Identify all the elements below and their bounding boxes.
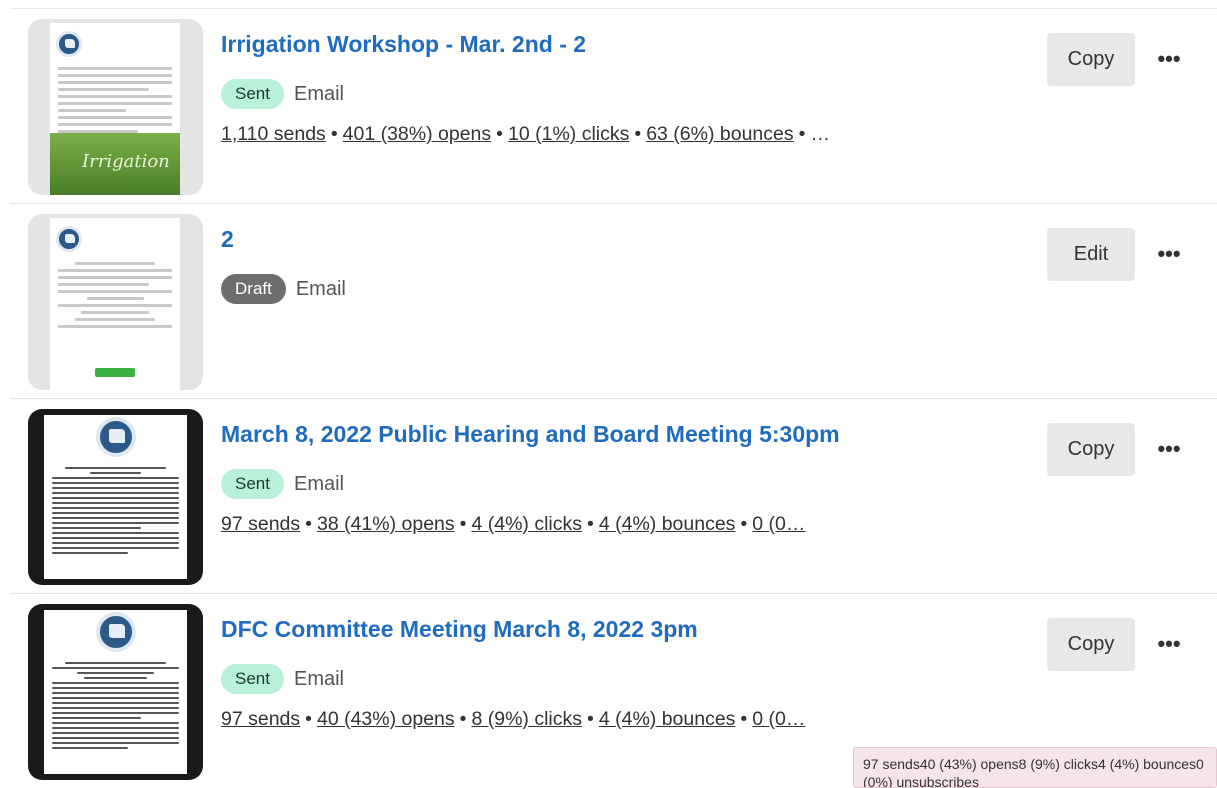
more-options-icon[interactable]: ••• (1155, 433, 1183, 465)
copy-button[interactable]: Copy (1047, 33, 1135, 86)
separator: • (740, 708, 748, 730)
banner-script-text: Irrigation (82, 151, 170, 172)
more-options-icon[interactable]: ••• (1155, 43, 1183, 75)
more-options-icon[interactable]: ••• (1155, 628, 1183, 660)
separator: • (459, 513, 467, 535)
status-badge: Draft (221, 274, 286, 304)
status-badge: Sent (221, 664, 284, 694)
campaign-stats: 97 sends • 38 (41%) opens • 4 (4%) clicks • 4 … (221, 513, 921, 536)
separator: • (634, 123, 642, 145)
clicks-link[interactable]: 4 (4%) clicks (471, 513, 582, 535)
district-seal-icon (56, 31, 82, 57)
email-preview: Irrigation (50, 23, 180, 195)
separator: • (305, 708, 312, 730)
opens-link[interactable]: 40 (43%) opens (317, 708, 455, 730)
bounces-link[interactable]: 4 (4%) bounces (599, 513, 736, 535)
unsubscribes-link[interactable]: 0 (0… (752, 708, 805, 730)
campaign-type: Email (293, 667, 344, 690)
sends-link[interactable]: 97 sends (221, 513, 300, 535)
unsubscribes-link[interactable]: 0 (0… (752, 513, 805, 535)
status-badge: Sent (221, 469, 284, 499)
campaign-title-link[interactable]: 2 (221, 226, 234, 253)
bounces-link[interactable]: 63 (6%) bounces (646, 123, 793, 145)
status-badge: Sent (221, 79, 284, 109)
copy-button[interactable]: Copy (1047, 618, 1135, 671)
bounces-link[interactable]: 4 (4%) bounces (599, 708, 736, 730)
campaign-type: Email (295, 277, 346, 300)
opens-link[interactable]: 38 (41%) opens (317, 513, 455, 535)
district-seal-icon (56, 226, 82, 252)
campaign-title-link[interactable]: March 8, 2022 Public Hearing and Board M… (221, 421, 840, 448)
campaign-thumbnail[interactable]: Irrigation (28, 19, 203, 195)
campaign-thumbnail[interactable] (28, 604, 203, 780)
campaign-stats: 1,110 sends • 401 (38%) opens • 10 (1%) clic… (221, 123, 921, 146)
district-seal-icon (96, 612, 136, 652)
campaign-row: Irrigation Irrigation Workshop - Mar. 2n… (10, 8, 1217, 203)
stats-tooltip: 97 sends40 (43%) opens8 (9%) clicks4 (4%… (853, 747, 1217, 788)
campaign-row: 2 Draft Email Edit ••• (10, 203, 1217, 398)
email-preview (44, 415, 187, 579)
clicks-link[interactable]: 10 (1%) clicks (508, 123, 629, 145)
irrigation-banner-image: Irrigation (50, 133, 180, 195)
campaign-title-link[interactable]: Irrigation Workshop - Mar. 2nd - 2 (221, 31, 586, 58)
campaign-thumbnail[interactable] (28, 409, 203, 585)
separator: • (740, 513, 748, 535)
copy-button[interactable]: Copy (1047, 423, 1135, 476)
campaign-title-link[interactable]: DFC Committee Meeting March 8, 2022 3pm (221, 616, 698, 643)
edit-button[interactable]: Edit (1047, 228, 1135, 281)
separator: • (330, 123, 338, 145)
more-options-icon[interactable]: ••• (1155, 238, 1183, 270)
campaign-list: Irrigation Irrigation Workshop - Mar. 2n… (10, 8, 1217, 788)
district-seal-icon (96, 417, 136, 457)
stats-overflow: … (810, 123, 830, 145)
opens-link[interactable]: 401 (38%) opens (343, 123, 492, 145)
separator: • (587, 513, 594, 535)
separator: • (798, 123, 806, 145)
campaign-type: Email (293, 82, 344, 105)
email-preview (44, 610, 187, 774)
separator: • (459, 708, 467, 730)
campaign-thumbnail[interactable] (28, 214, 203, 390)
clicks-link[interactable]: 8 (9%) clicks (471, 708, 582, 730)
separator: • (587, 708, 594, 730)
email-preview (50, 218, 180, 390)
separator: • (305, 513, 312, 535)
sends-link[interactable]: 1,110 sends (221, 123, 326, 145)
campaign-type: Email (293, 472, 344, 495)
register-button-preview (95, 368, 135, 377)
campaign-row: March 8, 2022 Public Hearing and Board M… (10, 398, 1217, 593)
separator: • (496, 123, 503, 145)
campaign-stats: 97 sends • 40 (43%) opens • 8 (9%) clicks • 4 … (221, 708, 921, 731)
sends-link[interactable]: 97 sends (221, 708, 300, 730)
